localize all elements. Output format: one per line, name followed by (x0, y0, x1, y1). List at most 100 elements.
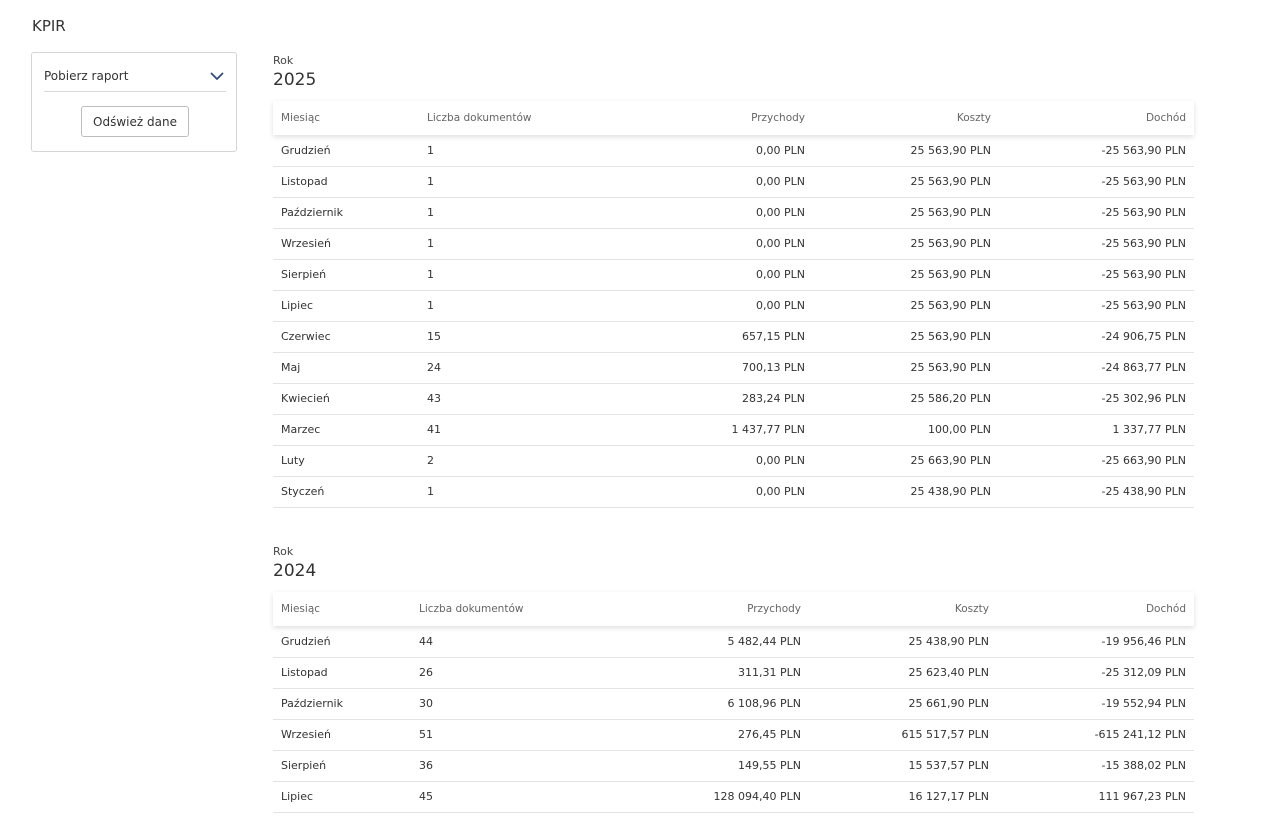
cell-month: Styczeń (273, 476, 419, 508)
cell-month: Grudzień (273, 626, 411, 658)
header-month: Miesiąc (281, 603, 321, 615)
cell-month: Kwiecień (273, 383, 419, 415)
cell-month: Listopad (273, 166, 419, 198)
cell-profit: -19 956,46 PLN (997, 626, 1194, 658)
report-panel: Pobierz raport Odśwież dane (31, 52, 237, 152)
cell-month: Maj (273, 352, 419, 384)
cell-costs: 25 563,90 PLN (813, 228, 999, 260)
refresh-data-button[interactable]: Odśwież dane (81, 106, 189, 137)
cell-profit: -25 563,90 PLN (999, 197, 1194, 229)
cell-costs: 100,00 PLN (813, 414, 999, 446)
cell-month: Grudzień (273, 135, 419, 167)
table-row: Październik 30 6 108,96 PLN 25 661,90 PLN -1… (273, 688, 1194, 720)
cell-docs: 45 (411, 781, 595, 813)
cell-income: 0,00 PLN (599, 135, 813, 167)
cell-docs: 1 (419, 228, 599, 260)
table-row: Maj 24 700,13 PLN 25 563,90 PLN -24 863,77 P… (273, 352, 1194, 384)
cell-profit: -25 563,90 PLN (999, 135, 1194, 167)
table-row: Luty 2 0,00 PLN 25 663,90 PLN -25 663,90 PLN (273, 445, 1194, 477)
cell-income: 0,00 PLN (599, 445, 813, 477)
kpir-table-2024: Miesiąc Liczba dokumentów Przychody Kosz… (273, 592, 1194, 813)
cell-docs: 1 (419, 166, 599, 198)
page-title: KPIR (32, 17, 66, 35)
cell-income: 657,15 PLN (599, 321, 813, 353)
header-costs: Koszty (956, 112, 991, 124)
header-month: Miesiąc (281, 112, 321, 124)
cell-month: Październik (273, 197, 419, 229)
cell-income: 0,00 PLN (599, 228, 813, 260)
cell-profit: -25 302,96 PLN (999, 383, 1194, 415)
header-income: Przychody (751, 112, 805, 124)
cell-profit: -25 312,09 PLN (997, 657, 1194, 689)
download-report-dropdown[interactable]: Pobierz raport (44, 61, 226, 92)
cell-costs: 25 563,90 PLN (813, 197, 999, 229)
cell-docs: 1 (419, 259, 599, 291)
cell-docs: 1 (419, 290, 599, 322)
cell-income: 149,55 PLN (595, 750, 809, 782)
table-row: Sierpień 1 0,00 PLN 25 563,90 PLN -25 563,90… (273, 259, 1194, 291)
cell-costs: 25 563,90 PLN (813, 166, 999, 198)
cell-profit: -15 388,02 PLN (997, 750, 1194, 782)
cell-income: 0,00 PLN (599, 197, 813, 229)
cell-costs: 15 537,57 PLN (809, 750, 997, 782)
table-header-row: Miesiąc Liczba dokumentów Przychody Kosz… (273, 101, 1194, 135)
table-row: Grudzień 1 0,00 PLN 25 563,90 PLN -25 563,90… (273, 135, 1194, 167)
cell-docs: 1 (419, 135, 599, 167)
cell-income: 0,00 PLN (599, 166, 813, 198)
table-row: Listopad 1 0,00 PLN 25 563,90 PLN -25 563,90… (273, 166, 1194, 198)
cell-month: Wrzesień (273, 228, 419, 260)
cell-month: Październik (273, 688, 411, 720)
cell-profit: -24 863,77 PLN (999, 352, 1194, 384)
header-profit: Dochód (1145, 603, 1186, 615)
year-value: 2025 (273, 70, 317, 90)
header-income: Przychody (747, 603, 801, 615)
table-row: Wrzesień 51 276,45 PLN 615 517,57 PLN -615 2… (273, 719, 1194, 751)
cell-income: 0,00 PLN (599, 259, 813, 291)
cell-profit: -25 563,90 PLN (999, 228, 1194, 260)
cell-costs: 25 623,40 PLN (809, 657, 997, 689)
header-docs: Liczba dokumentów (427, 112, 532, 124)
cell-income: 0,00 PLN (599, 476, 813, 508)
cell-month: Czerwiec (273, 321, 419, 353)
cell-month: Sierpień (273, 259, 419, 291)
table-row: Marzec 41 1 437,77 PLN 100,00 PLN 1 337,77 P… (273, 414, 1194, 446)
cell-docs: 24 (419, 352, 599, 384)
cell-costs: 25 563,90 PLN (813, 135, 999, 167)
download-report-label: Pobierz raport (44, 69, 129, 83)
cell-month: Listopad (273, 657, 411, 689)
cell-docs: 36 (411, 750, 595, 782)
cell-costs: 25 438,90 PLN (809, 626, 997, 658)
table-row: Październik 1 0,00 PLN 25 563,90 PLN -25 563… (273, 197, 1194, 229)
table-row: Wrzesień 1 0,00 PLN 25 563,90 PLN -25 563,90… (273, 228, 1194, 260)
cell-profit: -25 563,90 PLN (999, 259, 1194, 291)
cell-income: 1 437,77 PLN (599, 414, 813, 446)
table-row: Lipiec 1 0,00 PLN 25 563,90 PLN -25 563,90 P… (273, 290, 1194, 322)
cell-profit: -19 552,94 PLN (997, 688, 1194, 720)
year-label: Rok (273, 545, 294, 558)
cell-income: 6 108,96 PLN (595, 688, 809, 720)
header-docs: Liczba dokumentów (419, 603, 524, 615)
cell-docs: 41 (419, 414, 599, 446)
cell-income: 128 094,40 PLN (595, 781, 809, 813)
table-row: Czerwiec 15 657,15 PLN 25 563,90 PLN -24 906… (273, 321, 1194, 353)
header-profit: Dochód (1145, 112, 1186, 124)
cell-income: 311,31 PLN (595, 657, 809, 689)
cell-costs: 25 438,90 PLN (813, 476, 999, 508)
cell-income: 276,45 PLN (595, 719, 809, 751)
cell-costs: 16 127,17 PLN (809, 781, 997, 813)
cell-profit: 1 337,77 PLN (999, 414, 1194, 446)
cell-costs: 615 517,57 PLN (809, 719, 997, 751)
cell-costs: 25 563,90 PLN (813, 259, 999, 291)
cell-docs: 51 (411, 719, 595, 751)
cell-docs: 26 (411, 657, 595, 689)
table-header-row: Miesiąc Liczba dokumentów Przychody Kosz… (273, 592, 1194, 626)
cell-costs: 25 563,90 PLN (813, 321, 999, 353)
cell-costs: 25 586,20 PLN (813, 383, 999, 415)
cell-profit: 111 967,23 PLN (997, 781, 1194, 813)
cell-docs: 15 (419, 321, 599, 353)
cell-docs: 2 (419, 445, 599, 477)
cell-month: Sierpień (273, 750, 411, 782)
cell-costs: 25 661,90 PLN (809, 688, 997, 720)
chevron-down-icon (210, 72, 224, 80)
cell-costs: 25 663,90 PLN (813, 445, 999, 477)
